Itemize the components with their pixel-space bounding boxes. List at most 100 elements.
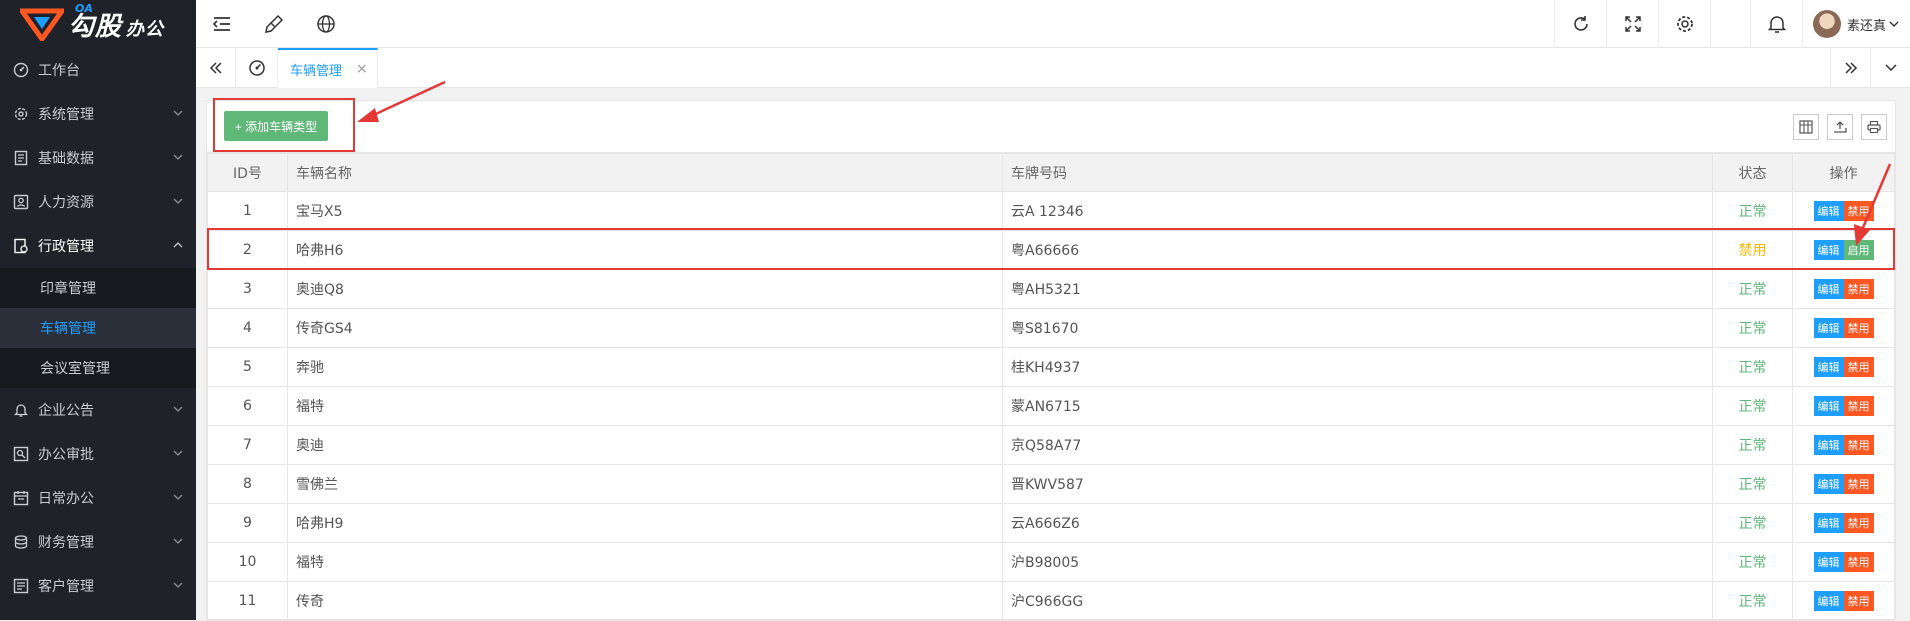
disable-button[interactable]: 禁用 (1843, 435, 1874, 455)
database-icon (12, 149, 30, 167)
edit-button[interactable]: 编辑 (1813, 396, 1844, 416)
column-filter-button[interactable] (1793, 114, 1819, 140)
cell-plate: 粤S81670 (1002, 308, 1713, 348)
table-row[interactable]: 7 奥迪 京Q58A77 正常 编辑 禁用 (207, 425, 1895, 465)
table-row[interactable]: 2 哈弗H6 粤A66666 禁用 编辑 启用 (207, 230, 1895, 270)
sidebar-item-label: 办公审批 (38, 447, 94, 463)
sidebar-item-finance[interactable]: 财务管理 (0, 520, 196, 564)
sidebar-item-customer[interactable]: 客户管理 (0, 564, 196, 608)
chevron-down-icon (172, 579, 184, 595)
chevron-down-icon (172, 195, 184, 211)
chevron-down-icon (172, 151, 184, 167)
table-row[interactable]: 6 福特 蒙AN6715 正常 编辑 禁用 (207, 386, 1895, 426)
sidebar-item-admin[interactable]: 行政管理 (0, 224, 196, 268)
cell-actions: 编辑 禁用 (1792, 308, 1895, 348)
edit-button[interactable]: 编辑 (1813, 357, 1844, 377)
cell-name: 福特 (287, 542, 1003, 582)
menu-toggle-button[interactable] (196, 0, 248, 48)
person-icon (12, 193, 30, 211)
refresh-icon (1573, 16, 1588, 31)
cell-status: 正常 (1712, 425, 1793, 465)
table-row[interactable]: 1 宝马X5 云A 12346 正常 编辑 禁用 (207, 191, 1895, 231)
user-menu[interactable]: 素还真 (1802, 0, 1910, 48)
tabs-bar: 车辆管理 × (196, 48, 1910, 88)
disable-button[interactable]: 禁用 (1843, 279, 1874, 299)
logo-suffix: 办公 (126, 18, 165, 40)
settings-button[interactable] (1658, 0, 1710, 48)
disable-button[interactable]: 禁用 (1843, 591, 1874, 611)
table-row[interactable]: 10 福特 沪B98005 正常 编辑 禁用 (207, 542, 1895, 582)
disable-button[interactable]: 禁用 (1843, 396, 1874, 416)
edit-button[interactable]: 编辑 (1813, 474, 1844, 494)
tab-home[interactable] (236, 48, 278, 88)
cell-plate: 京Q58A77 (1002, 425, 1713, 465)
cell-id: 6 (207, 386, 288, 426)
disable-button[interactable]: 禁用 (1843, 357, 1874, 377)
tabs-scroll-left-button[interactable] (196, 48, 236, 88)
edit-button[interactable]: 编辑 (1813, 552, 1844, 572)
edit-button[interactable]: 编辑 (1813, 435, 1844, 455)
disable-button[interactable]: 禁用 (1843, 513, 1874, 533)
refresh-button[interactable] (1554, 0, 1606, 48)
column-header-name[interactable]: 车辆名称 (287, 153, 1003, 192)
sidebar-item-system[interactable]: 系统管理 (0, 92, 196, 136)
close-icon[interactable]: × (356, 61, 368, 77)
table-row[interactable]: 5 奔驰 桂KH4937 正常 编辑 禁用 (207, 347, 1895, 387)
sidebar-subitem-vehicle[interactable]: 车辆管理 (0, 308, 196, 348)
edit-button[interactable]: 编辑 (1813, 201, 1844, 221)
cell-id: 7 (207, 425, 288, 465)
tab-label: 车辆管理 (290, 63, 343, 79)
tab-vehicle-management[interactable]: 车辆管理 × (278, 48, 378, 88)
vehicle-table: ID号 车辆名称 车牌号码 状态 操作 1 宝马X5 云A 12346 正常 编辑 禁用 2… (207, 153, 1895, 621)
table-row[interactable]: 9 哈弗H9 云A666Z6 正常 编辑 禁用 (207, 503, 1895, 543)
topbar-spacer (1710, 0, 1750, 48)
export-button[interactable] (1827, 114, 1853, 140)
sidebar-item-approval[interactable]: 办公审批 (0, 432, 196, 476)
enable-button[interactable]: 启用 (1843, 240, 1874, 260)
notification-button[interactable] (1750, 0, 1802, 48)
edit-button[interactable]: 编辑 (1813, 279, 1844, 299)
table-row[interactable]: 3 奥迪Q8 粤AH5321 正常 编辑 禁用 (207, 269, 1895, 309)
add-vehicle-type-button[interactable]: + 添加车辆类型 (224, 111, 328, 141)
sidebar-item-label: 客户管理 (38, 579, 94, 595)
sidebar-item-label: 企业公告 (38, 403, 94, 419)
disable-button[interactable]: 禁用 (1843, 201, 1874, 221)
website-button[interactable] (300, 0, 352, 48)
column-header-id[interactable]: ID号 (207, 153, 288, 192)
sidebar-item-hr[interactable]: 人力资源 (0, 180, 196, 224)
edit-button[interactable]: 编辑 (1813, 240, 1844, 260)
fullscreen-button[interactable] (1606, 0, 1658, 48)
edit-button[interactable]: 编辑 (1813, 591, 1844, 611)
edit-button[interactable]: 编辑 (1813, 513, 1844, 533)
cell-status: 正常 (1712, 503, 1793, 543)
sidebar-item-notice[interactable]: 企业公告 (0, 388, 196, 432)
print-button[interactable] (1861, 114, 1887, 140)
fullscreen-icon (1624, 16, 1641, 32)
tabs-scroll-right-button[interactable] (1830, 48, 1870, 88)
table-row[interactable]: 4 传奇GS4 粤S81670 正常 编辑 禁用 (207, 308, 1895, 348)
sidebar-subitem-seal[interactable]: 印章管理 (0, 268, 196, 308)
tabs-menu-button[interactable] (1870, 48, 1910, 88)
globe-icon (317, 15, 335, 33)
cell-status: 正常 (1712, 269, 1793, 309)
disable-button[interactable]: 禁用 (1843, 474, 1874, 494)
disable-button[interactable]: 禁用 (1843, 552, 1874, 572)
cell-status: 正常 (1712, 191, 1793, 231)
table-row[interactable]: 8 雪佛兰 晋KWV587 正常 编辑 禁用 (207, 464, 1895, 504)
cell-id: 2 (207, 230, 288, 270)
dashboard-icon (12, 61, 30, 79)
sidebar-item-workbench[interactable]: 工作台 (0, 48, 196, 92)
double-chevron-left-icon (209, 62, 222, 74)
sidebar-subitem-meetingroom[interactable]: 会议室管理 (0, 348, 196, 388)
column-header-plate[interactable]: 车牌号码 (1002, 153, 1713, 192)
column-header-status[interactable]: 状态 (1712, 153, 1793, 192)
cell-status: 正常 (1712, 542, 1793, 582)
sidebar-item-basedata[interactable]: 基础数据 (0, 136, 196, 180)
cell-plate: 沪C966GG (1002, 581, 1713, 621)
table-row[interactable]: 11 传奇 沪C966GG 正常 编辑 禁用 (207, 581, 1895, 621)
sidebar-item-daily[interactable]: 日常办公 (0, 476, 196, 520)
clear-cache-button[interactable] (248, 0, 300, 48)
cell-plate: 桂KH4937 (1002, 347, 1713, 387)
disable-button[interactable]: 禁用 (1843, 318, 1874, 338)
edit-button[interactable]: 编辑 (1813, 318, 1844, 338)
